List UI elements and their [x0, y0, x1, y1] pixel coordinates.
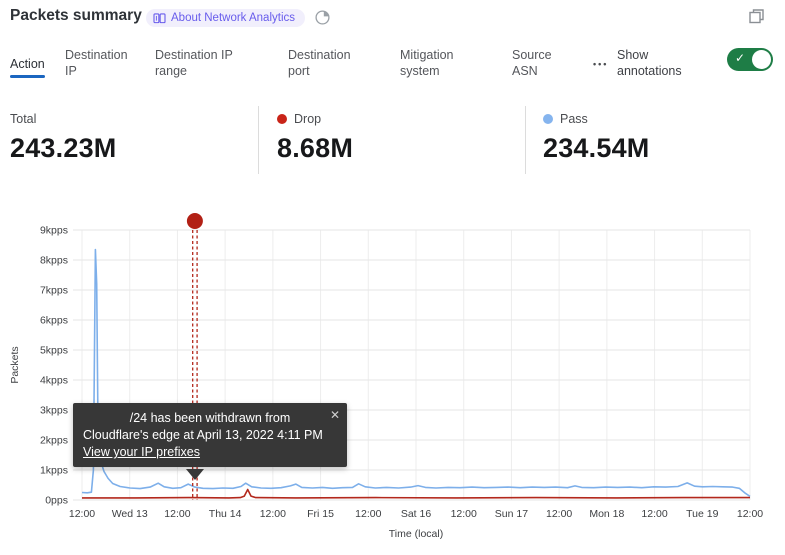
- y-tick-label: 0pps: [45, 495, 68, 507]
- tab-label: Destination IP: [65, 48, 128, 78]
- stat-drop-label: Drop: [294, 112, 321, 126]
- x-tick-label: Thu 14: [209, 508, 242, 520]
- annotations-toggle[interactable]: ✓: [727, 48, 773, 71]
- x-tick-label: 12:00: [641, 508, 667, 520]
- y-tick-label: 8kpps: [40, 255, 68, 267]
- annotation-dot: [187, 213, 203, 229]
- series-drop-line: [82, 490, 750, 498]
- x-tick-label: 12:00: [355, 508, 381, 520]
- stat-pass: Pass 234.54M: [543, 112, 649, 164]
- packets-summary-panel: Packets summary About Network Analytics …: [0, 0, 785, 555]
- about-network-analytics-badge[interactable]: About Network Analytics: [146, 9, 305, 27]
- restore-window-icon[interactable]: [748, 8, 765, 30]
- x-tick-label: 12:00: [69, 508, 95, 520]
- stat-dot-drop: [277, 114, 287, 124]
- stats-divider: [258, 106, 259, 174]
- tab-label: Mitigation system: [400, 48, 454, 78]
- more-tabs-button[interactable]: •••: [593, 59, 608, 69]
- tooltip-line2: Cloudflare's edge at April 13, 2022 4:11…: [83, 427, 337, 444]
- stat-dot-pass: [543, 114, 553, 124]
- x-tick-label: 12:00: [737, 508, 763, 520]
- x-tick-label: 12:00: [451, 508, 477, 520]
- stat-total: Total 243.23M: [10, 112, 116, 164]
- pie-clock-icon[interactable]: [314, 9, 331, 31]
- stat-drop: Drop 8.68M: [277, 112, 353, 164]
- tab-destination-port[interactable]: Destination port: [288, 47, 360, 79]
- tab-source-asn[interactable]: Source ASN: [512, 47, 560, 79]
- x-tick-label: 12:00: [546, 508, 572, 520]
- tab-label: Destination IP range: [155, 48, 233, 78]
- toggle-knob: [752, 50, 771, 69]
- tooltip-line1: /24 has been withdrawn from: [83, 410, 337, 427]
- x-axis-title: Time (local): [389, 528, 443, 540]
- tab-destination-ip-range[interactable]: Destination IP range: [155, 47, 243, 79]
- x-tick-label: Wed 13: [112, 508, 148, 520]
- x-tick-label: Sun 17: [495, 508, 528, 520]
- tooltip-caret: [186, 469, 204, 480]
- stat-total-value: 243.23M: [10, 133, 116, 164]
- tab-label: Source ASN: [512, 48, 552, 78]
- tab-mitigation-system[interactable]: Mitigation system: [400, 47, 466, 79]
- check-icon: ✓: [735, 51, 745, 65]
- page-title: Packets summary: [10, 7, 142, 25]
- x-tick-label: 12:00: [164, 508, 190, 520]
- stats-divider: [525, 106, 526, 174]
- packets-chart[interactable]: 12:00 Wed 13 12:00 Thu 14 12:00 Fri 15 12:00 Sa…: [0, 0, 785, 555]
- book-icon: [153, 13, 166, 24]
- active-tab-underline: [10, 75, 45, 78]
- y-tick-label: 9kpps: [40, 225, 68, 237]
- view-ip-prefixes-link[interactable]: View your IP prefixes: [83, 444, 200, 461]
- x-tick-label: Fri 15: [307, 508, 334, 520]
- stat-drop-value: 8.68M: [277, 133, 353, 164]
- tab-action[interactable]: Action: [10, 56, 45, 78]
- tab-label: Destination port: [288, 48, 351, 78]
- annotation-tooltip: ✕ /24 has been withdrawn from Cloudflare…: [73, 403, 347, 467]
- x-tick-label: 12:00: [260, 508, 286, 520]
- y-axis-title: Packets: [9, 346, 21, 383]
- tab-label: Action: [10, 57, 45, 71]
- x-tick-label: Mon 18: [589, 508, 624, 520]
- x-tick-label: Tue 19: [686, 508, 718, 520]
- badge-label: About Network Analytics: [171, 12, 295, 24]
- y-tick-label: 2kpps: [40, 435, 68, 447]
- stat-total-label: Total: [10, 112, 116, 126]
- stat-pass-value: 234.54M: [543, 133, 649, 164]
- show-annotations-label: Show annotations: [617, 47, 695, 79]
- y-tick-label: 5kpps: [40, 345, 68, 357]
- y-tick-label: 6kpps: [40, 315, 68, 327]
- close-icon[interactable]: ✕: [330, 407, 340, 424]
- y-tick-label: 3kpps: [40, 405, 68, 417]
- y-tick-label: 4kpps: [40, 375, 68, 387]
- x-tick-label: Sat 16: [401, 508, 432, 520]
- stat-pass-label: Pass: [560, 112, 588, 126]
- y-tick-label: 7kpps: [40, 285, 68, 297]
- tab-destination-ip[interactable]: Destination IP: [65, 47, 137, 79]
- y-tick-label: 1kpps: [40, 465, 68, 477]
